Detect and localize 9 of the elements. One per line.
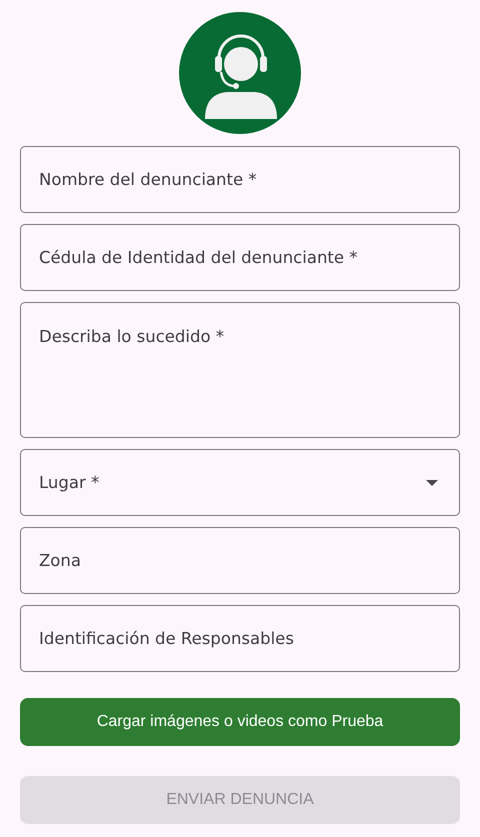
text-field[interactable]: Cédula de Identidad del denunciante *	[20, 224, 460, 291]
upload-button[interactable]: Cargar imágenes o videos como Prueba	[20, 698, 460, 746]
support-agent-avatar-icon	[179, 12, 301, 134]
dropdown-caret-icon	[426, 480, 438, 486]
text-field[interactable]: Zona	[20, 527, 460, 594]
text-field[interactable]: Nombre del denunciante *	[20, 146, 460, 213]
text-field[interactable]: Identificación de Responsables	[20, 605, 460, 672]
dropdown-field[interactable]: Lugar *	[20, 449, 460, 516]
description-field[interactable]: Describa lo sucedido *	[20, 302, 460, 438]
